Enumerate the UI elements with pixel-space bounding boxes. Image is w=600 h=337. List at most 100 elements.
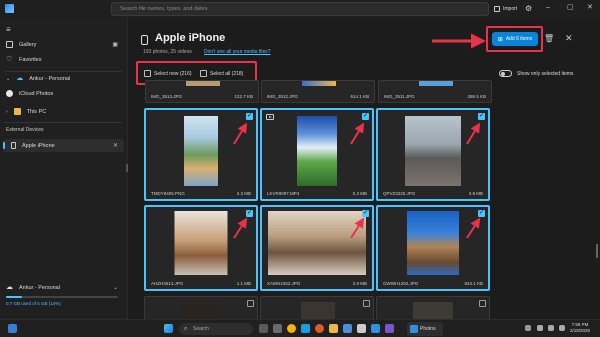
search-icon: ⌕ xyxy=(184,326,188,332)
trash-icon[interactable]: 🗑 xyxy=(544,34,554,43)
clock[interactable]: 7:58 PM 2/18/2025 xyxy=(570,322,590,334)
show-selected-toggle[interactable]: Show only selected items xyxy=(499,70,573,77)
sidebar-item-this-pc[interactable]: › This PC xyxy=(0,105,124,118)
start-icon[interactable] xyxy=(164,324,173,333)
select-all-button[interactable]: Select all (218) xyxy=(200,68,243,79)
photo-tile[interactable] xyxy=(144,296,258,319)
storage-account[interactable]: ☁ Ankur - Personal ⌄ xyxy=(0,281,124,294)
photo-thumbnail xyxy=(268,211,366,275)
checkbox-checked-icon[interactable]: ✓ xyxy=(362,210,369,217)
clock-date: 2/18/2025 xyxy=(570,328,591,333)
photo-tile[interactable] xyxy=(260,296,374,319)
add-items-label: Add 6 items xyxy=(505,36,533,42)
photo-tile[interactable]: ✓ AHZH3514.JPG 1.1 MB xyxy=(144,205,258,291)
settings-gear-icon[interactable]: ⚙ xyxy=(525,4,532,14)
import-label: Import xyxy=(503,6,518,12)
app-icon[interactable] xyxy=(385,324,394,333)
gallery-icon xyxy=(6,41,13,48)
file-name: IMG_3513.JPG xyxy=(151,94,183,99)
sidebar-item-icloud[interactable]: iCloud Photos xyxy=(0,87,124,100)
photos-icon xyxy=(410,325,418,333)
close-icon[interactable]: ✕ xyxy=(565,33,573,44)
photos-app-window: Search file names, types, and dates Impo… xyxy=(0,0,600,337)
checkbox-empty-icon[interactable] xyxy=(479,300,486,307)
taskbar-search-label: Search xyxy=(193,326,209,332)
weather-icon[interactable] xyxy=(8,324,17,333)
cloud-icon: ☁ xyxy=(16,75,24,82)
volume-icon[interactable] xyxy=(548,325,554,331)
photo-tile[interactable]: ✓ GWWH1292.JPG 843.1 KB xyxy=(376,205,490,291)
select-new-label: Select new (216) xyxy=(154,70,192,77)
sidebar-item-gallery[interactable]: Gallery ▣ xyxy=(0,38,124,51)
file-explorer-icon[interactable] xyxy=(329,324,338,333)
tray-chevron-icon[interactable] xyxy=(525,325,531,331)
checkbox-empty-icon[interactable] xyxy=(363,300,370,307)
file-size: 286.5 KB xyxy=(467,94,486,99)
photo-tile[interactable]: IMG_3513.JPG 122.7 KB xyxy=(145,80,259,103)
settings-icon[interactable] xyxy=(343,324,352,333)
task-view-icon[interactable] xyxy=(259,324,268,333)
video-thumbnail xyxy=(297,116,337,186)
photo-thumbnail xyxy=(405,116,461,186)
checkbox-empty-icon[interactable] xyxy=(247,300,254,307)
file-size: 2.9 MB xyxy=(352,281,367,286)
teams-icon[interactable] xyxy=(371,324,380,333)
sidebar-item-label: Gallery xyxy=(19,41,37,48)
chrome-icon[interactable] xyxy=(287,324,296,333)
photo-tile[interactable]: ✓ TMDY9405.PNG 2.3 MB xyxy=(144,108,258,201)
file-size: 5.3 MB xyxy=(352,191,367,196)
file-name: AHZH3514.JPG xyxy=(151,281,184,286)
missing-media-link[interactable]: Don't see all your media files? xyxy=(204,49,271,55)
main-content: Apple iPhone 193 photos, 25 videos Don't… xyxy=(128,18,600,319)
file-name: XAWN2452.JPG xyxy=(267,281,301,286)
taskbar-photos-app[interactable]: Photos xyxy=(407,322,443,336)
sidebar: ≡ Gallery ▣ ♡ Favorites ⌄ ☁ Ankur - Pers… xyxy=(0,18,127,319)
battery-icon[interactable] xyxy=(559,325,565,331)
checkbox-checked-icon[interactable]: ✓ xyxy=(478,210,485,217)
taskbar-search[interactable]: ⌕ Search xyxy=(179,323,253,335)
close-window-button[interactable]: ✕ xyxy=(587,3,593,13)
hamburger-menu-icon[interactable]: ≡ xyxy=(6,25,11,34)
file-size: 614.1 KB xyxy=(350,94,369,99)
photo-tile[interactable] xyxy=(376,296,490,319)
sidebar-item-onedrive[interactable]: ⌄ ☁ Ankur - Personal xyxy=(0,72,124,85)
import-button[interactable]: Import xyxy=(494,3,517,15)
checkbox-icon xyxy=(200,70,207,77)
cloud-icon: ☁ xyxy=(6,284,13,291)
checkbox-checked-icon[interactable]: ✓ xyxy=(362,113,369,120)
storage-progress-bar xyxy=(6,296,118,298)
firefox-icon[interactable] xyxy=(315,324,324,333)
file-name: LKVR9097.MP4 xyxy=(267,191,300,196)
store-icon[interactable] xyxy=(357,324,366,333)
edge-icon[interactable] xyxy=(301,324,310,333)
minimize-button[interactable]: – xyxy=(546,3,550,13)
photo-thumbnail xyxy=(407,211,459,275)
chevron-right-icon: › xyxy=(6,108,8,115)
sidebar-item-favorites[interactable]: ♡ Favorites xyxy=(0,53,124,66)
sidebar-item-label: iCloud Photos xyxy=(19,90,54,97)
sidebar-item-apple-iphone[interactable]: Apple iPhone ✕ xyxy=(3,139,124,152)
photo-tile[interactable]: ✓ QPVZ3225.JPG 3.8 MB xyxy=(376,108,490,201)
file-name: IMG_3512.JPG xyxy=(267,94,299,99)
taskbar: ⌕ Search Photos 7:58 PM 2/18/2025 xyxy=(0,319,600,337)
checkbox-checked-icon[interactable]: ✓ xyxy=(478,113,485,120)
checkbox-checked-icon[interactable]: ✓ xyxy=(246,113,253,120)
widgets-icon[interactable] xyxy=(273,324,282,333)
video-icon xyxy=(266,114,274,120)
maximize-button[interactable]: ▢ xyxy=(567,3,574,13)
gallery-pin-icon: ▣ xyxy=(112,42,118,48)
sidebar-item-label: Favorites xyxy=(19,56,42,63)
select-new-button[interactable]: Select new (216) xyxy=(144,68,192,79)
photo-tile[interactable]: IMG_3511.JPG 286.5 KB xyxy=(378,80,492,103)
photo-tile[interactable]: IMG_3512.JPG 614.1 KB xyxy=(261,80,375,103)
video-tile[interactable]: ✓ LKVR9097.MP4 5.3 MB xyxy=(260,108,374,201)
scrollbar-thumb[interactable] xyxy=(596,244,598,258)
search-input[interactable]: Search file names, types, and dates xyxy=(111,2,489,16)
checkbox-checked-icon[interactable]: ✓ xyxy=(246,210,253,217)
close-icon[interactable]: ✕ xyxy=(113,142,118,149)
file-size: 2.3 MB xyxy=(236,191,251,196)
add-items-button[interactable]: ⊞ Add 6 items xyxy=(492,32,538,46)
wifi-icon[interactable] xyxy=(537,325,543,331)
toggle-switch[interactable] xyxy=(499,70,512,77)
photo-tile[interactable]: ✓ XAWN2452.JPG 2.9 MB xyxy=(260,205,374,291)
